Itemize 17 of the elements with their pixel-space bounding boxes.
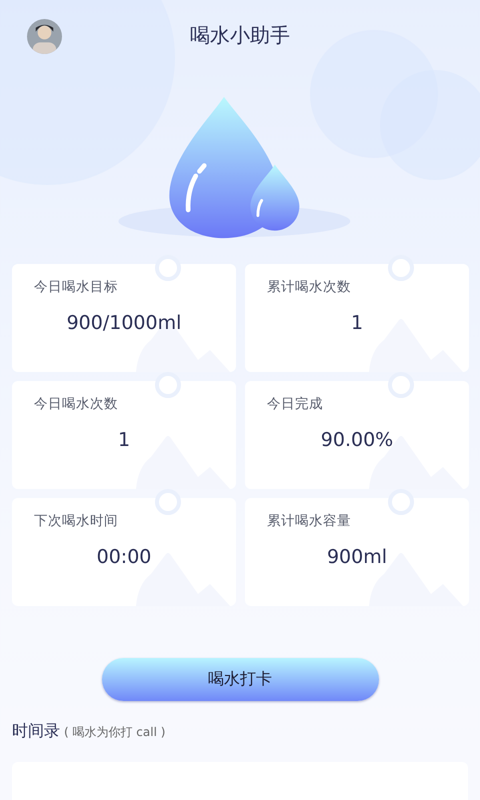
check-in-button[interactable]: 喝水打卡 bbox=[102, 658, 378, 702]
stat-value: 900ml bbox=[326, 546, 388, 568]
section-subtitle: ( 喝水为你打 call ) bbox=[64, 724, 166, 742]
stat-label: 累计喝水容量 bbox=[267, 512, 352, 530]
stat-label: 今日喝水次数 bbox=[34, 394, 119, 413]
section-title: 时间录 bbox=[12, 721, 60, 742]
stat-value: 90.00% bbox=[320, 428, 394, 451]
stat-value: 00:00 bbox=[96, 546, 152, 568]
app-title: 喝水小助手 bbox=[190, 22, 290, 50]
stat-value: 1 bbox=[350, 312, 364, 334]
stat-label: 累计喝水次数 bbox=[267, 278, 352, 296]
stat-label: 今日完成 bbox=[267, 394, 324, 413]
stat-label: 今日喝水目标 bbox=[34, 278, 119, 296]
stat-label: 下次喝水时间 bbox=[34, 512, 119, 530]
avatar[interactable] bbox=[27, 19, 62, 54]
stat-value: 900/1000ml bbox=[66, 312, 182, 334]
stat-value: 1 bbox=[116, 428, 132, 451]
